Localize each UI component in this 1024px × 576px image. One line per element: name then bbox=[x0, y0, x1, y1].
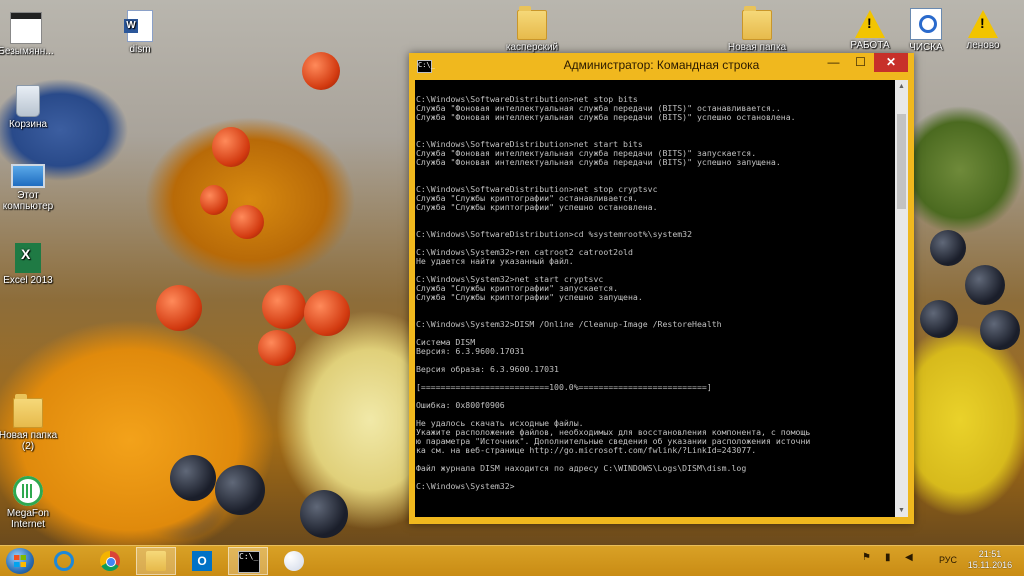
taskbar-item-command-prompt[interactable]: C:\_ bbox=[228, 547, 268, 575]
chrome-icon bbox=[100, 551, 120, 571]
desktop-icon-label: MegaFon Internet bbox=[6, 508, 50, 530]
console-text: C:\Windows\SoftwareDistribution>net stop… bbox=[416, 94, 811, 491]
clock-time: 21:51 bbox=[978, 549, 1002, 559]
wallpaper-dark-berry bbox=[980, 310, 1020, 350]
desktop-icon-label: Корзина bbox=[8, 119, 48, 130]
desktop-icon-label: ЧИСКА bbox=[909, 42, 943, 53]
desktop-icon-new-folder[interactable]: Новая папка bbox=[727, 6, 787, 53]
desktop-icon-label: Безымянн... bbox=[0, 46, 54, 57]
wallpaper-berry bbox=[212, 127, 250, 167]
desktop-icon-label: dism bbox=[129, 44, 151, 55]
wallpaper-berry bbox=[200, 185, 228, 215]
scan-icon bbox=[910, 8, 942, 40]
taskbar-item-paint[interactable] bbox=[274, 547, 314, 575]
taskbar-item-chrome[interactable] bbox=[90, 547, 130, 575]
command-prompt-icon: C:\_ bbox=[238, 551, 260, 573]
computer-icon bbox=[11, 164, 45, 188]
desktop-icon-label: РАБОТА bbox=[850, 40, 890, 51]
scroll-down-icon[interactable]: ▼ bbox=[895, 504, 908, 517]
console-output-area[interactable]: C:\Windows\SoftwareDistribution>net stop… bbox=[415, 80, 895, 517]
start-button[interactable] bbox=[6, 548, 34, 574]
folder-icon bbox=[13, 394, 43, 428]
desktop-icon-label: леново bbox=[966, 40, 1000, 51]
wallpaper-berry bbox=[156, 285, 202, 331]
wallpaper-dark-berry bbox=[215, 465, 265, 515]
desktop-icon-chiska[interactable]: ЧИСКА bbox=[896, 8, 956, 53]
desktop-icon-label: Новая папка bbox=[727, 42, 787, 53]
desktop-icon-label: касперский bbox=[505, 42, 559, 53]
wallpaper-dark-berry bbox=[300, 490, 348, 538]
command-prompt-window[interactable]: C:\_ Администратор: Командная строка — ☐… bbox=[409, 53, 914, 524]
desktop-icon-lenovo[interactable]: ! леново bbox=[953, 10, 1013, 51]
excel-icon bbox=[15, 243, 41, 273]
folder-icon bbox=[146, 551, 166, 571]
desktop-icon-label: Новая папка (2) bbox=[0, 430, 58, 452]
desktop-icon-excel[interactable]: Excel 2013 bbox=[0, 243, 58, 286]
desktop-icon-label: Excel 2013 bbox=[3, 275, 53, 286]
desktop-icon-new-folder-2[interactable]: Новая папка (2) bbox=[0, 394, 58, 452]
wallpaper-dark-berry bbox=[920, 300, 958, 338]
image-file-icon bbox=[10, 12, 42, 44]
wallpaper-dark-berry bbox=[930, 230, 966, 266]
minimize-button[interactable]: — bbox=[820, 53, 847, 72]
taskbar: O C:\_ ⚑ ▮ ◀ РУС 21:51 15.11.2016 bbox=[0, 545, 1024, 576]
desktop-icon-megafon[interactable]: MegaFon Internet bbox=[0, 476, 58, 530]
close-button[interactable]: ✕ bbox=[874, 53, 908, 72]
paint-icon bbox=[284, 551, 304, 571]
warning-icon: ! bbox=[855, 10, 885, 38]
taskbar-item-outlook[interactable]: O bbox=[182, 547, 222, 575]
internet-explorer-icon bbox=[54, 551, 74, 571]
word-document-icon bbox=[124, 10, 153, 42]
scrollbar-thumb[interactable] bbox=[897, 114, 906, 209]
megafon-icon bbox=[13, 476, 43, 506]
network-icon[interactable]: ▮ bbox=[885, 552, 891, 563]
desktop-icon-kaspersky-folder[interactable]: касперский bbox=[502, 6, 562, 53]
wallpaper-berry bbox=[302, 52, 340, 90]
wallpaper-dark-berry bbox=[170, 455, 216, 501]
vertical-scrollbar[interactable]: ▲ ▼ bbox=[895, 80, 908, 517]
volume-icon[interactable]: ◀ bbox=[905, 552, 913, 563]
desktop-icon-label: Этот компьютер bbox=[2, 190, 54, 212]
scroll-up-icon[interactable]: ▲ bbox=[895, 80, 908, 93]
desktop-icon-this-pc[interactable]: Этот компьютер bbox=[0, 160, 58, 212]
desktop-icon-recycle-bin[interactable]: Корзина bbox=[0, 85, 58, 130]
desktop-icon-unnamed-image[interactable]: Безымянн... bbox=[0, 12, 56, 57]
taskbar-item-file-explorer[interactable] bbox=[136, 547, 176, 575]
maximize-button[interactable]: ☐ bbox=[847, 53, 874, 72]
taskbar-item-internet-explorer[interactable] bbox=[44, 547, 84, 575]
outlook-icon: O bbox=[192, 551, 212, 571]
warning-icon: ! bbox=[968, 10, 998, 38]
language-indicator[interactable]: РУС bbox=[939, 555, 957, 565]
folder-icon bbox=[517, 6, 547, 40]
wallpaper-berry bbox=[258, 330, 296, 366]
clock[interactable]: 21:51 15.11.2016 bbox=[960, 549, 1020, 571]
folder-icon bbox=[742, 6, 772, 40]
wallpaper-berry bbox=[304, 290, 350, 336]
wallpaper-berry bbox=[230, 205, 264, 239]
clock-date: 15.11.2016 bbox=[967, 560, 1013, 570]
wallpaper-berry bbox=[262, 285, 306, 329]
recycle-bin-icon bbox=[16, 85, 40, 117]
window-titlebar[interactable]: C:\_ Администратор: Командная строка — ☐… bbox=[409, 53, 914, 79]
desktop-icon-dism[interactable]: dism bbox=[110, 10, 170, 55]
action-center-flag-icon[interactable]: ⚑ bbox=[862, 552, 871, 563]
desktop-icon-rabota[interactable]: ! РАБОТА bbox=[840, 10, 900, 51]
wallpaper-dark-berry bbox=[965, 265, 1005, 305]
